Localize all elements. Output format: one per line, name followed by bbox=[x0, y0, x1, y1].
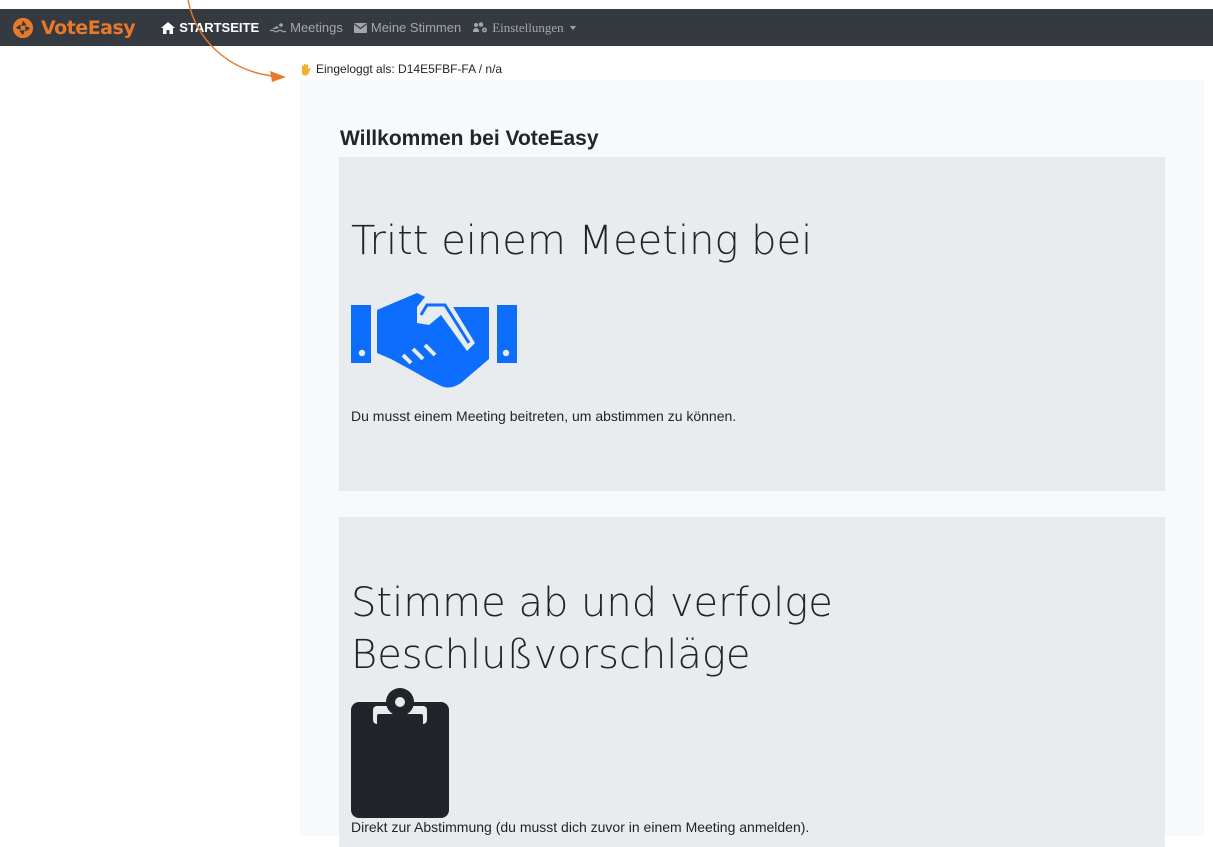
login-status-text: Eingeloggt als: D14E5FBF-FA / n/a bbox=[316, 62, 503, 76]
envelope-icon bbox=[353, 22, 367, 33]
nav-item-home[interactable]: STARTSEITE bbox=[161, 20, 259, 35]
card-title: Stimme ab und verfolge Beschlußvorschläg… bbox=[351, 580, 833, 678]
navbar: VoteEasy STARTSEITE Meetings Meine Stimm… bbox=[0, 9, 1213, 46]
handshake-icon bbox=[351, 293, 517, 388]
main-nav: STARTSEITE Meetings Meine Stimmen Einste… bbox=[161, 20, 587, 36]
dropdown-caret-icon bbox=[569, 25, 576, 30]
nav-label-home: STARTSEITE bbox=[179, 20, 260, 35]
card-description: Du musst einem Meeting beitreten, um abs… bbox=[351, 408, 737, 424]
page-title: Willkommen bei VoteEasy bbox=[340, 127, 599, 150]
brand[interactable]: VoteEasy bbox=[12, 16, 136, 39]
nav-label-meetings: Meetings bbox=[290, 20, 343, 35]
logo-icon bbox=[12, 17, 34, 38]
brand-name: VoteEasy bbox=[41, 16, 136, 39]
clipboard-icon bbox=[351, 688, 449, 818]
users-cog-icon bbox=[473, 22, 488, 33]
nav-label-votes: Meine Stimmen bbox=[370, 20, 462, 35]
login-status: Eingeloggt als: D14E5FBF-FA / n/a bbox=[300, 62, 502, 76]
nav-item-votes[interactable]: Meine Stimmen bbox=[353, 20, 462, 35]
swimmer-icon bbox=[270, 22, 287, 32]
nav-item-settings[interactable]: Einstellungen bbox=[472, 20, 576, 36]
join-meeting-card[interactable]: Tritt einem Meeting bei Du musst einem M… bbox=[339, 157, 1165, 491]
nav-item-meetings[interactable]: Meetings bbox=[270, 20, 343, 35]
home-icon bbox=[161, 21, 176, 34]
card-title: Tritt einem Meeting bei bbox=[351, 218, 813, 264]
hand-icon bbox=[302, 63, 311, 75]
card-description: Direkt zur Abstimmung (du musst dich zuv… bbox=[351, 819, 810, 835]
nav-label-settings: Einstellungen bbox=[492, 19, 564, 35]
main-container: Willkommen bei VoteEasy Tritt einem Meet… bbox=[300, 80, 1204, 847]
vote-card[interactable]: Stimme ab und verfolge Beschlußvorschläg… bbox=[339, 517, 1165, 847]
